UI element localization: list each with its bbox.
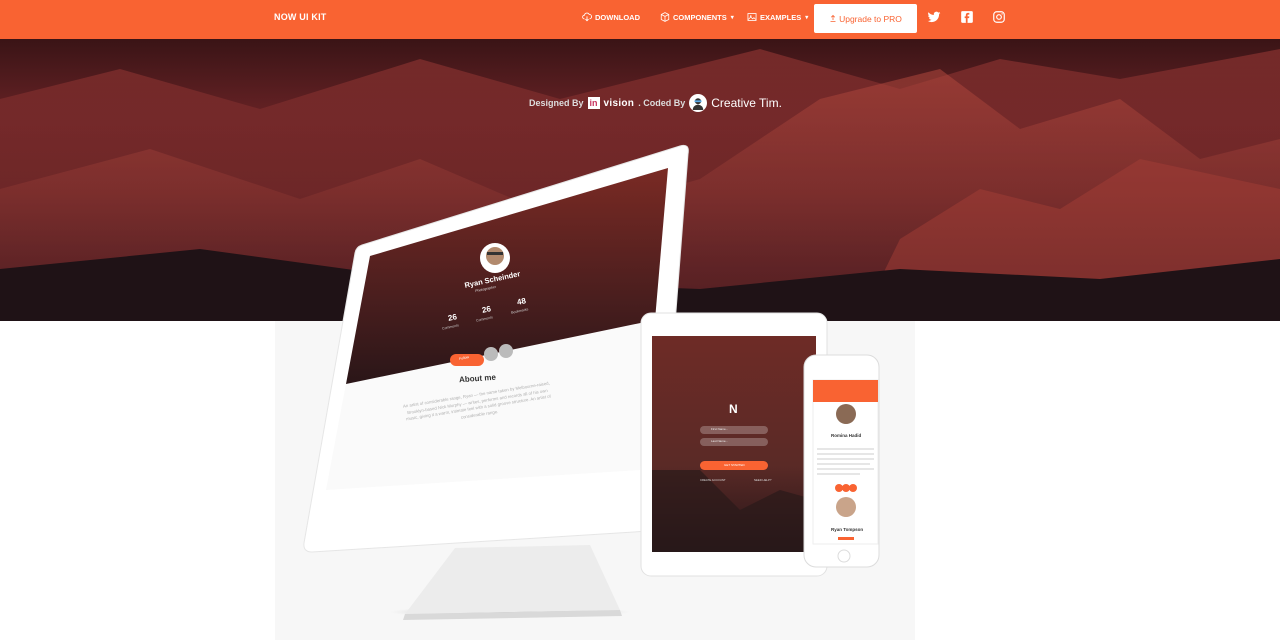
monitor-stat-1-label: Comments — [441, 323, 460, 331]
components-label: COMPONENTS — [673, 12, 727, 22]
instagram-icon[interactable] — [992, 10, 1006, 24]
tablet-frame — [640, 312, 828, 577]
phone-screen — [812, 379, 879, 545]
phone-avatar-2 — [836, 497, 856, 517]
phone-home-button — [837, 549, 851, 563]
credits-line: Designed By in vision. Coded By Creative … — [529, 94, 782, 112]
upgrade-pro-button[interactable]: Upgrade to PRO — [814, 4, 917, 33]
twitter-icon[interactable] — [927, 10, 941, 24]
cloud-download-icon — [582, 12, 592, 22]
monitor-stand — [405, 545, 620, 614]
monitor-about-title: About me — [458, 372, 497, 385]
phone-avatar-1 — [836, 404, 856, 424]
designed-by-label: Designed By — [529, 98, 584, 108]
upgrade-label: Upgrade to PRO — [839, 13, 902, 24]
download-link[interactable]: DOWNLOAD — [582, 12, 640, 22]
cube-icon — [660, 12, 670, 22]
tablet-screen — [652, 336, 816, 552]
monitor-about-text: An artist of considerable range, Ryan — … — [402, 380, 552, 422]
phone-frame — [803, 354, 880, 568]
monitor-follow-label: Follow — [458, 354, 470, 362]
phone-header — [813, 380, 878, 402]
tablet-get-started-label: GET STARTED — [724, 463, 745, 467]
brand-link[interactable]: NOW UI KIT — [274, 12, 327, 22]
navbar: NOW UI KIT DOWNLOAD COMPONENTS ▾ EXAMPLE… — [0, 0, 1280, 39]
caret-down-icon: ▾ — [805, 14, 809, 21]
monitor-follow-button — [450, 354, 484, 366]
tablet-first-name-placeholder: First Name... — [711, 427, 729, 431]
examples-label: EXAMPLES — [760, 12, 802, 22]
monitor-shadow — [390, 606, 630, 618]
tablet-need-help: NEED HELP? — [754, 478, 772, 482]
image-icon — [747, 13, 757, 21]
hero-section: Designed By in vision. Coded By Creative … — [0, 39, 1280, 321]
download-label: DOWNLOAD — [595, 12, 640, 22]
tablet-logo: N — [729, 402, 738, 416]
tablet-input-last — [700, 438, 768, 446]
creative-tim-logo — [689, 94, 708, 112]
tablet-last-name-placeholder: Last Name... — [711, 439, 729, 443]
coded-by-label: . Coded By — [638, 98, 686, 108]
invision-word: vision — [603, 97, 635, 109]
facebook-icon[interactable] — [960, 10, 974, 24]
examples-dropdown[interactable]: EXAMPLES ▾ — [747, 12, 808, 22]
tablet-create-account: CREATE ACCOUNT — [700, 478, 726, 482]
mountain-background — [0, 49, 1280, 321]
tablet-get-started-button — [700, 461, 768, 470]
tablet-input-first — [700, 426, 768, 434]
phone-person-1-name: Romina Hadid — [831, 433, 862, 438]
phone-person-2-name: Ryan Tompson — [831, 527, 864, 532]
arrow-up-icon — [830, 14, 836, 22]
components-dropdown[interactable]: COMPONENTS ▾ — [660, 12, 734, 22]
invision-logo: in — [587, 97, 600, 109]
creative-tim-label: Creative Tim. — [711, 96, 782, 110]
caret-down-icon: ▾ — [730, 14, 734, 21]
